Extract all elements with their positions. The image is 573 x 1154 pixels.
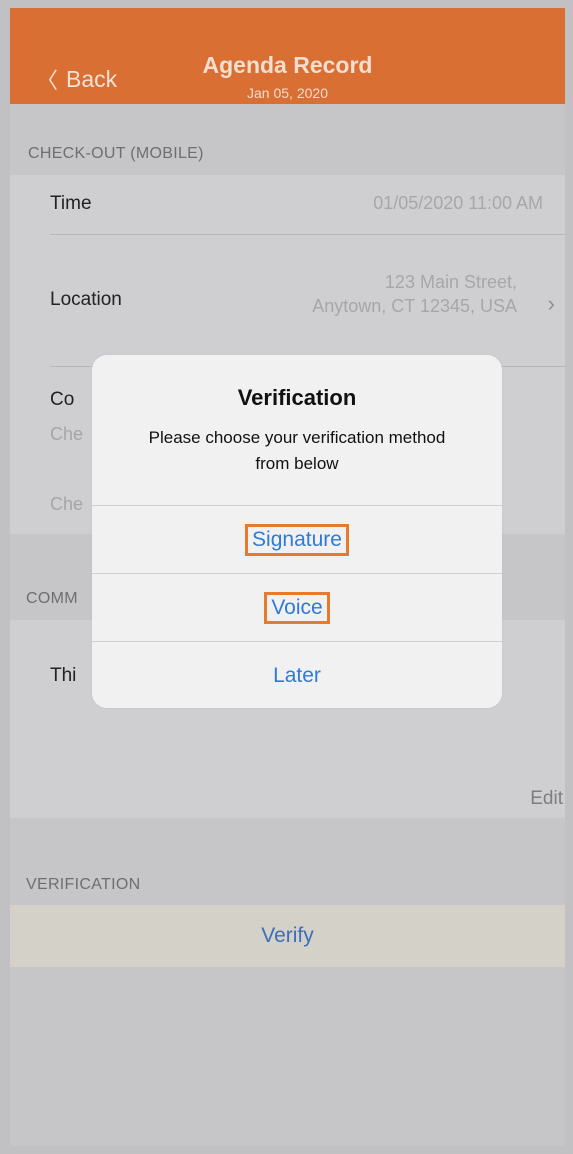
voice-option-button[interactable]: Voice — [92, 573, 502, 641]
location-line-2: Anytown, CT 12345, USA — [312, 296, 517, 316]
chevron-right-icon: › — [547, 291, 555, 316]
time-row: Time 01/05/2020 11:00 AM — [10, 175, 565, 234]
page-title: Agenda Record — [202, 52, 373, 78]
checkout-detail-line-2: Che — [50, 494, 84, 514]
later-option-button[interactable]: Later — [92, 641, 502, 708]
edit-button[interactable]: Edit — [530, 788, 563, 810]
signature-option-label: Signature — [245, 523, 349, 556]
later-option-label: Later — [273, 663, 321, 687]
dialog-title: Verification — [237, 385, 357, 410]
time-value: 01/05/2020 11:00 AM — [373, 193, 543, 213]
navigation-bar: 〈 Back Agenda Record Jan 05, 2020 — [10, 8, 565, 104]
checkout-section-header: CHECK-OUT (MOBILE) — [28, 145, 204, 162]
comments-section-header: COMM — [26, 590, 78, 607]
location-line-1: 123 Main Street, — [384, 272, 517, 292]
checkout-detail-line-1: Che — [50, 424, 84, 444]
verify-button[interactable]: Verify — [10, 905, 565, 967]
divider — [50, 234, 565, 235]
dialog-message: Please choose your verification method f… — [148, 428, 446, 473]
time-label: Time — [50, 193, 92, 214]
comments-text: Thi — [50, 665, 77, 686]
page-subtitle: Jan 05, 2020 — [247, 85, 328, 101]
signature-option-button[interactable]: Signature — [92, 505, 502, 573]
verify-label: Verify — [261, 924, 314, 947]
verification-dialog: Verification Please choose your verifica… — [92, 355, 502, 708]
checkout-detail-label: Co — [50, 389, 75, 410]
voice-option-label: Voice — [264, 591, 330, 624]
location-value: 123 Main Street, Anytown, CT 12345, USA — [312, 270, 517, 318]
verification-section-header: VERIFICATION — [26, 876, 141, 893]
app-screen: 〈 Back Agenda Record Jan 05, 2020 CHECK-… — [10, 8, 565, 1146]
location-label: Location — [50, 289, 122, 310]
location-row[interactable]: Location 123 Main Street, Anytown, CT 12… — [10, 234, 565, 354]
